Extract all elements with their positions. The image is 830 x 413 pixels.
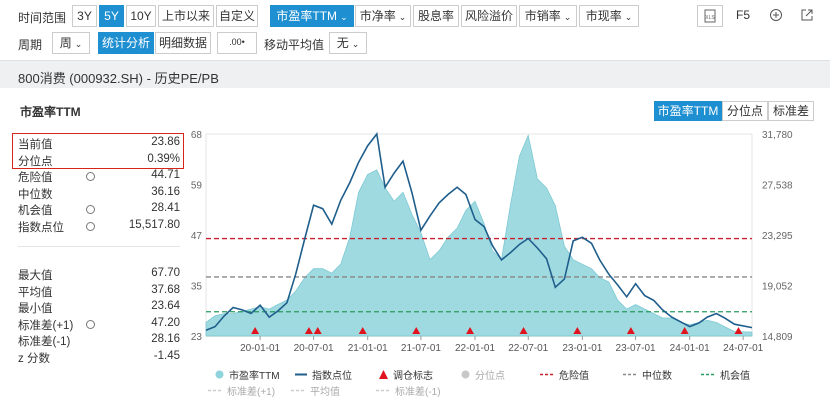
pe-chart: 68 59 47 35 23 31,780 27,538 23,295 19,052 14,809…	[191, 130, 793, 354]
x-tick-label: 23-07-01	[616, 343, 656, 354]
y-right-tick-label: 31,780	[762, 130, 793, 141]
x-tick-label: 20-07-01	[294, 343, 334, 354]
x-tick-label: 22-07-01	[508, 343, 548, 354]
legend-swatch-icon	[376, 386, 390, 398]
y-left-tick-label: 35	[191, 282, 203, 293]
legend-item[interactable]: 指数点位	[295, 367, 352, 382]
y-right-tick-label: 19,052	[762, 282, 793, 293]
legend-item[interactable]: 标准差(+1)	[208, 383, 275, 398]
x-tick-label: 21-01-01	[348, 343, 388, 354]
legend-item[interactable]: 标准差(-1)	[376, 383, 441, 398]
y-left-tick-label: 68	[191, 130, 203, 141]
x-tick-label: 21-07-01	[401, 343, 441, 354]
legend-label: 平均值	[310, 387, 340, 398]
legend-label: 危险值	[559, 371, 589, 382]
legend-swatch-icon	[540, 370, 554, 382]
legend-item[interactable]: 机会值	[701, 367, 750, 382]
y-left-tick-label: 59	[191, 181, 203, 192]
legend-label: 分位点	[475, 371, 505, 382]
pe-ttm-area	[205, 133, 753, 337]
legend-item[interactable]: 平均值	[291, 383, 340, 398]
legend-swatch-icon	[379, 370, 388, 382]
legend-swatch-icon	[208, 386, 222, 398]
x-tick-label: 24-07-01	[723, 343, 763, 354]
legend-label: 市盈率TTM	[229, 371, 280, 382]
y-left-tick-label: 47	[191, 231, 203, 242]
legend-swatch-icon	[215, 370, 224, 382]
x-tick-label: 24-01-01	[670, 343, 710, 354]
legend-label: 调仓标志	[393, 371, 433, 382]
legend-label: 中位数	[642, 371, 672, 382]
rebalance-marker	[734, 327, 743, 334]
y-right-tick-label: 23,295	[762, 231, 793, 242]
legend-label: 机会值	[720, 371, 750, 382]
legend-swatch-icon	[295, 370, 307, 382]
y-right-tick-label: 27,538	[762, 181, 793, 192]
legend-swatch-icon	[291, 386, 305, 398]
legend-swatch-icon	[623, 370, 637, 382]
legend-label: 指数点位	[312, 371, 352, 382]
y-left-tick-label: 23	[191, 332, 203, 343]
x-tick-label: 22-01-01	[455, 343, 495, 354]
legend-item[interactable]: 危险值	[540, 367, 589, 382]
x-tick-label: 23-01-01	[562, 343, 602, 354]
legend-item[interactable]: 分位点	[461, 367, 505, 382]
legend-item[interactable]: 中位数	[623, 367, 672, 382]
x-tick-label: 20-01-01	[240, 343, 280, 354]
legend-item[interactable]: 市盈率TTM	[215, 367, 280, 382]
legend-label: 标准差(-1)	[395, 387, 441, 398]
y-right-tick-label: 14,809	[762, 332, 793, 343]
legend-item[interactable]: 调仓标志	[379, 367, 433, 382]
legend-swatch-icon	[701, 370, 715, 382]
legend-label: 标准差(+1)	[227, 387, 276, 398]
legend-swatch-icon	[461, 370, 470, 382]
